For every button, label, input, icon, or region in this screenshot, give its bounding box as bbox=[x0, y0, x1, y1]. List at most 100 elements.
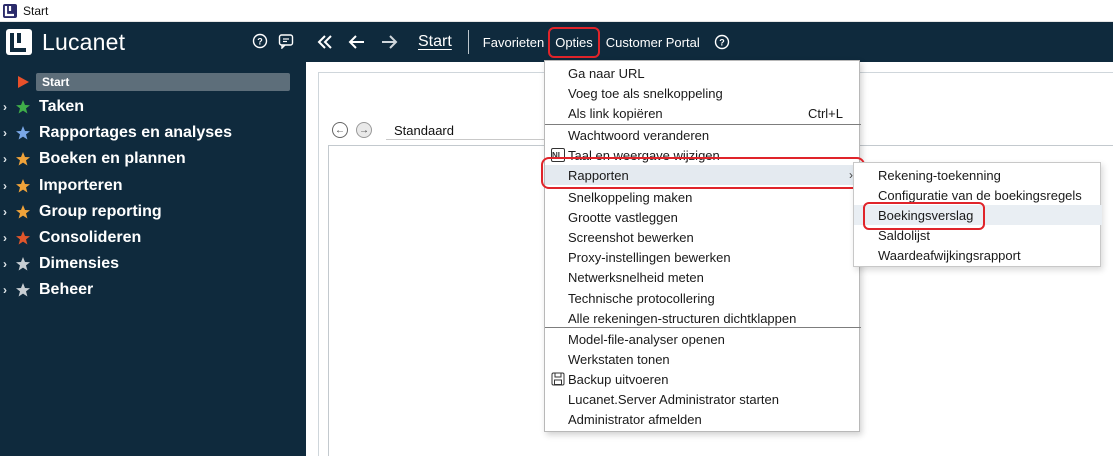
star-icon bbox=[15, 125, 31, 141]
chat-icon[interactable] bbox=[278, 33, 294, 49]
sidebar-item-beheer[interactable]: › Beheer bbox=[0, 277, 306, 303]
back-circle-icon[interactable]: ← bbox=[332, 122, 348, 138]
opties-dropdown-menu: Ga naar URL Voeg toe als snelkoppeling A… bbox=[544, 60, 861, 432]
submenu-item-waardeafwijkingsrapport[interactable]: Waardeafwijkingsrapport bbox=[854, 245, 1102, 265]
chevron-right-icon[interactable]: › bbox=[3, 205, 13, 219]
tab-standaard[interactable]: Standaard bbox=[394, 123, 454, 138]
menu-item-snelkoppeling-maken[interactable]: Snelkoppeling maken bbox=[545, 187, 861, 207]
sidebar-item-label: Importeren bbox=[39, 176, 123, 194]
sidebar-nav: Start › Taken › Rapportages en analyses … bbox=[0, 72, 306, 304]
toolbar-start-link[interactable]: Start bbox=[418, 33, 452, 51]
sidebar-item-label: Group reporting bbox=[39, 202, 162, 220]
sidebar-item-boeken[interactable]: › Boeken en plannen bbox=[0, 146, 306, 172]
svg-text:?: ? bbox=[719, 38, 725, 48]
chevron-right-icon[interactable]: › bbox=[3, 179, 13, 193]
menu-item-wachtwoord-veranderen[interactable]: Wachtwoord veranderen bbox=[545, 125, 861, 145]
sidebar-item-label: Dimensies bbox=[39, 255, 120, 273]
menu-item-label: Screenshot bewerken bbox=[568, 229, 694, 245]
play-icon bbox=[16, 75, 30, 89]
menu-item-label: Als link kopiëren bbox=[568, 105, 663, 121]
star-icon bbox=[15, 230, 31, 246]
sidebar-item-dimensies[interactable]: › Dimensies bbox=[0, 251, 306, 277]
submenu-item-label: Rekening-toekenning bbox=[878, 167, 1001, 183]
menu-item-grootte-vastleggen[interactable]: Grootte vastleggen bbox=[545, 207, 861, 227]
customer-portal-link[interactable]: Customer Portal bbox=[606, 35, 700, 50]
menu-item-screenshot-bewerken[interactable]: Screenshot bewerken bbox=[545, 227, 861, 247]
menu-item-label: Ga naar URL bbox=[568, 65, 645, 81]
menu-item-model-file-analyser[interactable]: Model-file-analyser openen bbox=[545, 329, 861, 349]
sidebar-item-start[interactable]: Start bbox=[0, 72, 306, 92]
menu-item-backup-uitvoeren[interactable]: Backup uitvoeren bbox=[545, 369, 861, 389]
sidebar-item-label: Beheer bbox=[39, 281, 94, 299]
sidebar-item-rapportages[interactable]: › Rapportages en analyses bbox=[0, 120, 306, 146]
brand-name: Lucanet bbox=[42, 28, 126, 55]
lucanet-logo-icon bbox=[6, 29, 32, 55]
chevron-right-icon[interactable]: › bbox=[3, 231, 13, 245]
toolbar-divider bbox=[467, 30, 469, 54]
sidebar-item-consolideren[interactable]: › Consolideren bbox=[0, 225, 306, 251]
chevron-right-icon[interactable]: › bbox=[3, 257, 13, 271]
menu-item-label: Proxy-instellingen bewerken bbox=[568, 249, 731, 265]
chevron-right-icon[interactable]: › bbox=[3, 283, 13, 297]
collapse-sidebar-icon[interactable] bbox=[316, 33, 334, 51]
sidebar-item-label: Taken bbox=[39, 98, 85, 116]
menu-item-ga-naar-url[interactable]: Ga naar URL bbox=[545, 63, 861, 83]
menu-item-werkstaten-tonen[interactable]: Werkstaten tonen bbox=[545, 349, 861, 369]
menu-item-label: Technische protocollering bbox=[568, 290, 715, 306]
top-toolbar: Start Favorieten Opties Customer Portal … bbox=[306, 22, 1113, 62]
sidebar-item-taken[interactable]: › Taken bbox=[0, 94, 306, 120]
menu-item-voeg-toe-snelkoppeling[interactable]: Voeg toe als snelkoppeling bbox=[545, 83, 861, 103]
back-arrow-icon[interactable] bbox=[348, 33, 366, 51]
menu-item-label: Administrator afmelden bbox=[568, 411, 702, 427]
svg-text:?: ? bbox=[257, 37, 263, 47]
sidebar-item-label: Start bbox=[36, 73, 290, 91]
menu-item-label: Netwerksnelheid meten bbox=[568, 269, 704, 285]
menu-item-label: Backup uitvoeren bbox=[568, 371, 669, 387]
sidebar-item-group-reporting[interactable]: › Group reporting bbox=[0, 199, 306, 225]
chevron-right-icon[interactable]: › bbox=[3, 100, 13, 114]
menu-item-technische-protocollering[interactable]: Technische protocollering bbox=[545, 288, 861, 308]
lucanet-app-icon bbox=[3, 3, 17, 18]
menu-item-label: Grootte vastleggen bbox=[568, 209, 678, 225]
menu-item-administrator-afmelden[interactable]: Administrator afmelden bbox=[545, 409, 861, 429]
tab-underline bbox=[386, 139, 546, 140]
menu-item-label: Lucanet.Server Administrator starten bbox=[568, 391, 779, 407]
star-icon bbox=[15, 282, 31, 298]
chevron-right-icon[interactable]: › bbox=[3, 152, 13, 166]
favorieten-menu[interactable]: Favorieten bbox=[483, 35, 544, 50]
menu-item-proxy-instellingen[interactable]: Proxy-instellingen bewerken bbox=[545, 247, 861, 267]
star-icon bbox=[15, 256, 31, 272]
menu-item-server-administrator[interactable]: Lucanet.Server Administrator starten bbox=[545, 389, 861, 409]
star-icon bbox=[15, 178, 31, 194]
sidebar-item-importeren[interactable]: › Importeren bbox=[0, 173, 306, 199]
menu-item-label: Snelkoppeling maken bbox=[568, 189, 693, 205]
menu-item-rekeningen-dichtklappen[interactable]: Alle rekeningen-structuren dichtklappen bbox=[545, 308, 861, 328]
star-icon bbox=[15, 99, 31, 115]
help-icon[interactable]: ? bbox=[714, 34, 730, 50]
help-icon[interactable]: ? bbox=[252, 33, 268, 49]
brand-header: Lucanet ? bbox=[0, 22, 306, 62]
forward-circle-icon[interactable]: → bbox=[356, 122, 372, 138]
opties-menu[interactable]: Opties bbox=[548, 26, 600, 58]
star-icon bbox=[15, 204, 31, 220]
menu-item-netwerksnelheid[interactable]: Netwerksnelheid meten bbox=[545, 267, 861, 287]
star-icon bbox=[15, 151, 31, 167]
save-disk-icon bbox=[551, 372, 565, 386]
submenu-item-label: Configuratie van de boekingsregels bbox=[878, 187, 1082, 203]
boekingsverslag-highlight-box bbox=[863, 202, 985, 230]
submenu-item-label: Waardeafwijkingsrapport bbox=[878, 247, 1021, 263]
forward-arrow-icon[interactable] bbox=[380, 33, 398, 51]
chevron-right-icon[interactable]: › bbox=[3, 126, 13, 140]
rapporten-highlight-box bbox=[541, 157, 865, 189]
menu-item-label: Wachtwoord veranderen bbox=[568, 127, 710, 143]
window-title-bar: Start bbox=[0, 0, 1113, 22]
menu-item-als-link-kopieren[interactable]: Als link kopiëren Ctrl+L bbox=[545, 103, 861, 123]
menu-item-label: Werkstaten tonen bbox=[568, 351, 670, 367]
sidebar-item-label: Rapportages en analyses bbox=[39, 124, 232, 142]
menu-separator bbox=[545, 327, 861, 328]
window-title: Start bbox=[23, 3, 49, 18]
menu-item-label: Alle rekeningen-structuren dichtklappen bbox=[568, 310, 797, 326]
shortcut-label: Ctrl+L bbox=[807, 105, 843, 121]
submenu-item-rekening-toekenning[interactable]: Rekening-toekenning bbox=[854, 165, 1102, 185]
sidebar-item-label: Boeken en plannen bbox=[39, 150, 186, 168]
